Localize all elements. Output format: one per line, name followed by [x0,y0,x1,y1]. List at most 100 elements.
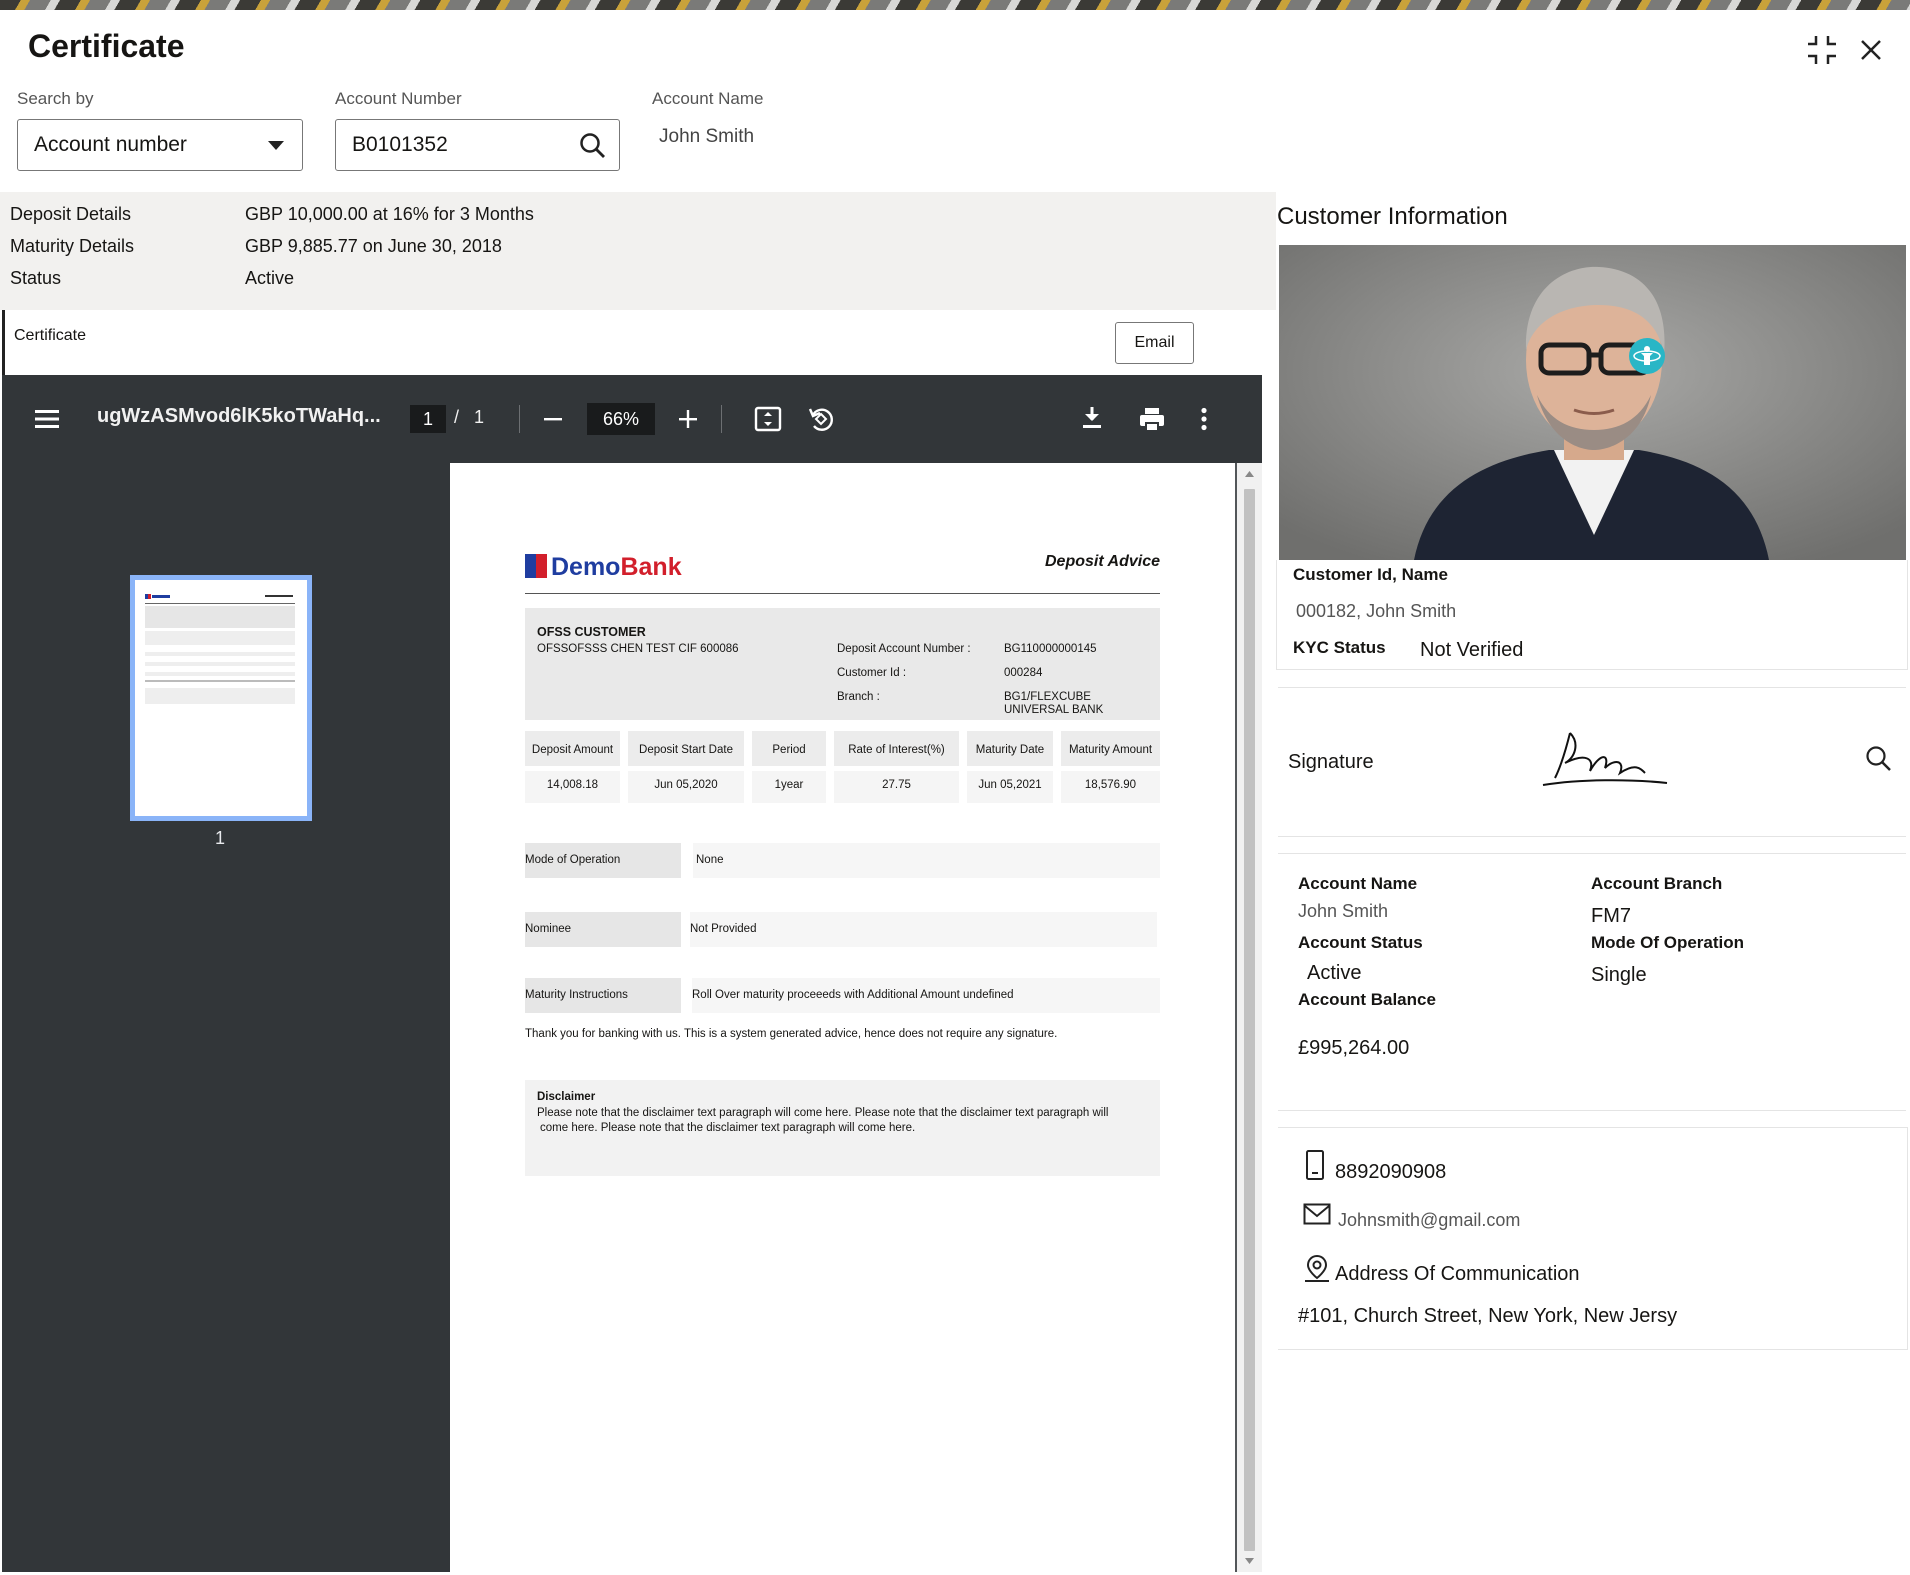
nominee-value: Not Provided [690,912,1157,947]
contact-card: 8892090908 Johnsmith@gmail.com Address O… [1278,1127,1908,1350]
pdf-file-name: ugWzASMvod6lK5koTWaHq... [97,405,381,427]
account-branch-label: Account Branch [1591,874,1723,893]
pdf-toolbar: ugWzASMvod6lK5koTWaHq... 1 / 1 66% [2,375,1262,463]
accessibility-icon[interactable] [1629,338,1665,374]
fit-page-icon[interactable] [754,406,782,432]
zoom-in-icon[interactable] [678,409,698,429]
kyc-card: Customer Id, Name 000182, John Smith KYC… [1276,560,1908,670]
chevron-down-icon [268,141,284,150]
download-icon[interactable] [1080,405,1104,431]
minimize-icon[interactable] [1804,32,1840,68]
account-balance-value: £995,264.00 [1298,1037,1410,1059]
thumbnail-pane: 1 [2,463,450,1572]
customer-heading: OFSS CUSTOMER [537,625,646,639]
deposit-details-label: Deposit Details [10,204,132,224]
table-header: Maturity Amount [1061,731,1160,766]
table-header: Rate of Interest(%) [834,731,959,766]
customer-id-value: 000284 [1004,667,1043,679]
document-title: Deposit Advice [1045,553,1160,570]
toolbar-divider [721,405,722,433]
pdf-page: DemoBank Deposit Advice OFSS CUSTOMER OF… [450,463,1235,1572]
signature-card: Signature [1278,687,1906,837]
zoom-level[interactable]: 66% [587,403,655,435]
maturity-instructions-label: Maturity Instructions [525,978,681,1013]
table-header: Maturity Date [967,731,1053,766]
address-label: Address Of Communication [1335,1263,1580,1285]
deposit-account-label: Deposit Account Number : [837,643,971,655]
email-button[interactable]: Email [1115,322,1194,364]
page-thumbnail[interactable] [130,575,312,821]
account-status-label: Account Status [1298,933,1423,952]
close-icon[interactable] [1853,32,1889,68]
disclaimer-line2: come here. Please note that the disclaim… [540,1122,916,1134]
thumbnail-preview [145,594,295,704]
account-branch-value: FM7 [1591,905,1631,927]
customer-id-name-label: Customer Id, Name [1293,565,1448,584]
status-label: Status [10,268,62,288]
customer-block: OFSS CUSTOMER OFSSOFSSS CHEN TEST CIF 60… [525,608,1160,720]
kyc-status-value: Not Verified [1420,639,1524,661]
signature-image [1542,732,1668,786]
table-cell: 1year [752,771,826,803]
account-number-input[interactable]: B0101352 [335,119,620,171]
mode-of-operation-value-rp: Single [1591,964,1647,986]
maturity-details-value: GBP 9,885.77 on June 30, 2018 [245,236,502,256]
menu-icon[interactable] [34,407,60,431]
phone-icon [1306,1150,1324,1180]
signature-search-icon[interactable] [1865,745,1893,773]
scroll-up-icon[interactable] [1244,470,1255,478]
disclaimer-line1: Please note that the disclaimer text par… [537,1107,1109,1119]
thank-you-note: Thank you for banking with us. This is a… [525,1028,1058,1040]
search-icon[interactable] [579,132,607,160]
disclaimer-box: Disclaimer Please note that the disclaim… [525,1080,1160,1176]
page-separator: / [454,407,460,427]
signature-label: Signature [1288,751,1374,773]
table-cell: 27.75 [834,771,959,803]
customer-id-name-value: 000182, John Smith [1296,601,1457,621]
thumbnail-page-number: 1 [215,828,226,848]
customer-info-title: Customer Information [1277,203,1508,230]
table-header: Deposit Start Date [628,731,744,766]
maturity-instructions-value: Roll Over maturity proceeeds with Additi… [692,978,1160,1013]
customer-id-label: Customer Id : [837,667,907,679]
branch-value-2: UNIVERSAL BANK [1004,704,1104,716]
nominee-label: Nominee [525,912,681,947]
account-number-value: B0101352 [352,133,448,156]
scrollbar-thumb[interactable] [1244,489,1255,1551]
customer-portrait [1279,245,1906,560]
page-title: Certificate [28,28,185,64]
account-name-label-rp: Account Name [1298,874,1418,893]
table-cell: Jun 05,2021 [967,771,1053,803]
email-icon [1303,1203,1331,1225]
deposit-details-panel: Deposit Details GBP 10,000.00 at 16% for… [0,192,1276,310]
account-card: Account Name John Smith Account Branch F… [1278,853,1906,1111]
dialog-header: Certificate [0,10,1910,82]
certificate-bar: Certificate Email [2,310,1274,375]
address-value: #101, Church Street, New York, New Jersy [1298,1305,1678,1327]
vertical-scrollbar[interactable] [1237,463,1262,1572]
header-divider [525,593,1160,594]
email-address: Johnsmith@gmail.com [1338,1210,1521,1230]
bank-name-part2: Bank [620,553,682,581]
more-options-icon[interactable] [1200,407,1208,431]
branch-value-1: BG1/FLEXCUBE [1004,691,1091,703]
rotate-icon[interactable] [807,405,835,433]
branch-label: Branch : [837,691,880,703]
mode-of-operation-value: None [693,843,1160,878]
top-decorative-strip [0,0,1910,10]
deposit-details-value: GBP 10,000.00 at 16% for 3 Months [245,204,534,224]
search-by-select[interactable]: Account number [17,119,303,171]
print-icon[interactable] [1138,406,1166,432]
customer-line: OFSSOFSSS CHEN TEST CIF 600086 [537,643,739,655]
account-number-label: Account Number [335,89,462,108]
page-number-input[interactable]: 1 [410,405,446,433]
account-name-value-rp: John Smith [1298,901,1389,921]
certificate-label: Certificate [14,327,87,344]
demobank-logo: DemoBank [525,553,682,582]
zoom-out-icon[interactable] [543,409,563,429]
toolbar-divider [519,405,520,433]
status-value: Active [245,268,295,288]
scroll-down-icon[interactable] [1244,1557,1255,1565]
table-cell: Jun 05,2020 [628,771,744,803]
table-header: Deposit Amount [525,731,620,766]
